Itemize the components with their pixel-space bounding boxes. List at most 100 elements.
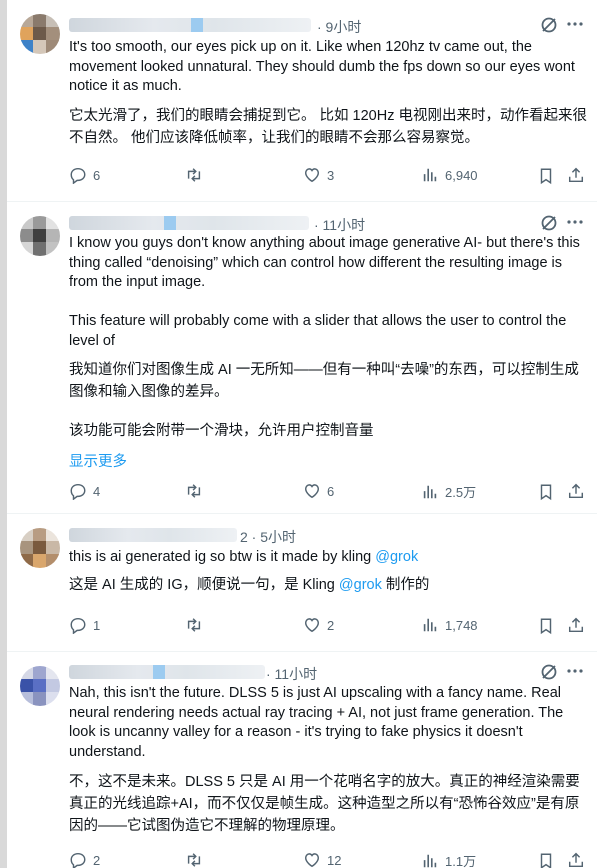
timestamp[interactable]: · 9小时 xyxy=(317,17,361,37)
view-count: 6,940 xyxy=(445,167,478,183)
more-icon[interactable] xyxy=(565,14,585,34)
grok-icon[interactable] xyxy=(539,15,559,35)
views-button[interactable]: 2.5万 xyxy=(421,482,476,501)
avatar[interactable] xyxy=(20,666,60,706)
reply-button[interactable]: 4 xyxy=(69,482,100,500)
bookmark-icon[interactable] xyxy=(537,852,555,868)
like-button[interactable]: 6 xyxy=(303,482,334,500)
tweet-text-line: Nah, this isn't the future. DLSS 5 is ju… xyxy=(69,685,564,760)
avatar[interactable] xyxy=(20,14,60,54)
views-button[interactable]: 1.1万 xyxy=(421,851,476,868)
reply-icon xyxy=(70,167,86,184)
like-count: 12 xyxy=(327,852,342,868)
share-icon[interactable] xyxy=(567,616,585,634)
like-icon xyxy=(304,484,320,499)
reply-button[interactable]: 1 xyxy=(69,616,100,634)
mention-link[interactable]: @grok xyxy=(339,577,382,593)
author-name[interactable] xyxy=(69,18,311,32)
like-icon xyxy=(304,618,320,633)
views-icon xyxy=(423,854,437,867)
like-button[interactable]: 3 xyxy=(303,166,334,184)
retweet-icon xyxy=(187,618,201,632)
bookmark-icon[interactable] xyxy=(537,483,555,501)
retweet-button[interactable] xyxy=(185,166,209,184)
share-icon[interactable] xyxy=(567,851,585,868)
translated-text-body: 制作的 xyxy=(381,577,430,593)
retweet-icon xyxy=(187,168,201,182)
tweet-text-line: It's too smooth, our eyes pick up on it.… xyxy=(69,39,575,94)
bookmark-icon[interactable] xyxy=(537,167,555,185)
share-icon[interactable] xyxy=(567,166,585,184)
more-icon[interactable] xyxy=(565,661,585,681)
tweet-text: It's too smooth, our eyes pick up on it.… xyxy=(69,38,589,97)
view-count: 2.5万 xyxy=(445,485,477,500)
reply-icon xyxy=(70,483,86,500)
grok-icon[interactable] xyxy=(539,213,559,233)
author-name[interactable] xyxy=(69,216,309,230)
reply-icon xyxy=(70,852,86,868)
view-count: 1,748 xyxy=(445,617,478,633)
avatar[interactable] xyxy=(20,216,60,256)
reply-button[interactable]: 6 xyxy=(69,166,100,184)
translated-text: 我知道你们对图像生成 AI 一无所知——但有一种叫“去噪”的东西，可以控制生成图… xyxy=(69,362,579,400)
tweet[interactable]: · 11小时 Nah, this isn't the future. DLSS … xyxy=(7,652,597,868)
translated-text: 它太光滑了，我们的眼睛会捕捉到它。 比如 120Hz 电视刚出来时，动作看起来很… xyxy=(69,108,587,146)
like-button[interactable]: 12 xyxy=(303,851,341,868)
reply-count: 2 xyxy=(93,852,101,868)
translated-text-body: 这是 AI 生成的 IG，顺便说一句，是 Kling xyxy=(69,577,339,593)
tweet-text: this is ai generated ig so btw is it mad… xyxy=(69,548,589,568)
timestamp[interactable]: · 11小时 xyxy=(266,664,317,684)
tweet-actions: 2 12 1.1万 xyxy=(69,851,589,868)
retweet-button[interactable] xyxy=(185,482,209,500)
tweet[interactable]: · 9小时 It's too smooth, our eyes pick up … xyxy=(7,0,597,202)
tweet[interactable]: · 11小时 I know you guys don't know anythi… xyxy=(7,202,597,514)
translated-text: 不，这不是未来。DLSS 5 只是 AI 用一个花哨名字的放大。真正的神经渲染需… xyxy=(69,774,580,834)
views-button[interactable]: 6,940 xyxy=(421,166,478,184)
like-icon xyxy=(304,853,320,868)
like-button[interactable]: 2 xyxy=(303,616,334,634)
timestamp[interactable]: · 11小时 xyxy=(314,215,365,235)
bookmark-icon[interactable] xyxy=(537,617,555,635)
tweet-header: · 9小时 xyxy=(69,14,589,36)
reply-button[interactable]: 2 xyxy=(69,851,100,868)
tweet-actions: 6 3 6,940 xyxy=(69,166,589,188)
show-more-link[interactable]: 显示更多 xyxy=(69,450,127,471)
reply-count: 6 xyxy=(93,167,101,183)
scroll-edge xyxy=(0,0,7,868)
tweet-header: · 11小时 xyxy=(69,661,589,683)
views-icon xyxy=(423,618,437,632)
tweet-text-line: I know you guys don't know anything abou… xyxy=(69,235,580,290)
reply-count: 4 xyxy=(93,483,101,499)
retweet-icon xyxy=(187,853,201,867)
share-icon[interactable] xyxy=(567,482,585,500)
like-count: 2 xyxy=(327,617,335,633)
tweet-actions: 1 2 1,748 xyxy=(69,616,589,638)
tweet-text: I know you guys don't know anything abou… xyxy=(69,234,589,351)
like-count: 6 xyxy=(327,483,335,499)
grok-icon[interactable] xyxy=(539,662,559,682)
tweet-header: 2 · 5小时 xyxy=(69,524,589,546)
reply-icon xyxy=(70,617,86,634)
translated-text: 该功能可能会附带一个滑块，允许用户控制音量 xyxy=(69,423,374,439)
tweet-text-body: this is ai generated ig so btw is it mad… xyxy=(69,549,376,565)
tweet-text: Nah, this isn't the future. DLSS 5 is ju… xyxy=(69,684,589,762)
retweet-button[interactable] xyxy=(185,616,209,634)
author-name[interactable] xyxy=(69,665,265,679)
translated-text: 这是 AI 生成的 IG，顺便说一句，是 Kling @grok 制作的 xyxy=(69,574,589,596)
tweet[interactable]: 2 · 5小时 this is ai generated ig so btw i… xyxy=(7,514,597,652)
retweet-icon xyxy=(187,484,201,498)
mention-link[interactable]: @grok xyxy=(375,549,418,565)
tweet-actions: 4 6 2.5万 xyxy=(69,482,589,504)
author-name[interactable] xyxy=(69,528,237,542)
tweet-header: · 11小时 xyxy=(69,212,589,234)
reply-count: 1 xyxy=(93,617,101,633)
retweet-button[interactable] xyxy=(185,851,209,868)
views-button[interactable]: 1,748 xyxy=(421,616,478,634)
more-icon[interactable] xyxy=(565,212,585,232)
views-icon xyxy=(423,168,437,182)
views-icon xyxy=(423,485,437,498)
view-count: 1.1万 xyxy=(445,854,477,868)
tweet-text-line: This feature will probably come with a s… xyxy=(69,313,567,349)
avatar[interactable] xyxy=(20,528,60,568)
timestamp[interactable]: 2 · 5小时 xyxy=(240,527,296,547)
